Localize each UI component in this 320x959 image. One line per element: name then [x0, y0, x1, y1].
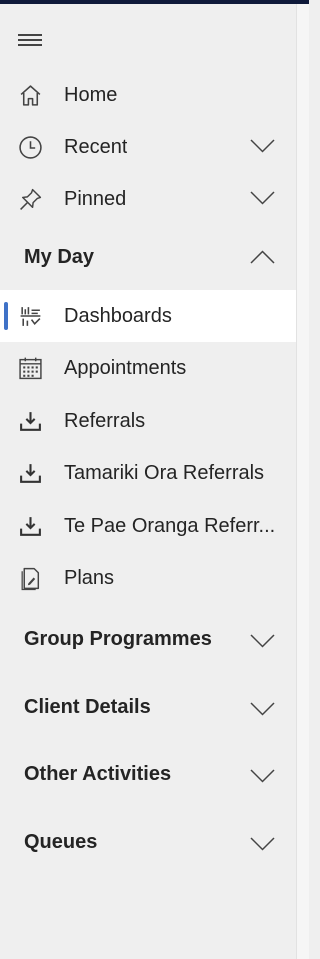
nav-item-referrals[interactable]: Referrals — [0, 395, 296, 447]
nav-item-plans[interactable]: Plans — [0, 552, 296, 604]
nav-item-recent[interactable]: Recent — [0, 121, 296, 173]
nav-section-my-day[interactable]: My Day — [0, 230, 296, 286]
sitemap-nav: Home Recent Pinned My Day Dashboards App… — [0, 4, 296, 959]
dashboard-icon — [20, 307, 41, 326]
nav-item-appointments[interactable]: Appointments — [0, 342, 296, 394]
nav-item-label: Plans — [64, 566, 115, 589]
clock-icon — [19, 136, 42, 159]
download-tray-icon — [20, 517, 41, 536]
nav-section-other-activities[interactable]: Other Activities — [0, 747, 296, 803]
chevron-down-icon[interactable] — [250, 769, 275, 783]
nav-item-pinned[interactable]: Pinned — [0, 173, 296, 225]
document-icon — [21, 567, 40, 591]
home-icon — [20, 85, 41, 106]
nav-item-label: Dashboards — [64, 304, 172, 327]
section-label: Other Activities — [24, 763, 172, 785]
selected-indicator — [4, 302, 8, 330]
section-label: Queues — [24, 831, 98, 853]
chevron-down-icon[interactable] — [250, 837, 275, 851]
nav-item-label: Referrals — [64, 409, 146, 432]
section-label: Client Details — [24, 696, 151, 718]
nav-item-label: Appointments — [64, 356, 187, 379]
chevron-down-icon[interactable] — [250, 139, 275, 153]
download-tray-icon — [20, 412, 41, 431]
nav-item-label: Recent — [64, 135, 128, 158]
download-tray-icon — [20, 464, 41, 483]
nav-section-client-details[interactable]: Client Details — [0, 680, 296, 736]
nav-section-queues[interactable]: Queues — [0, 815, 296, 871]
chevron-down-icon[interactable] — [250, 191, 275, 205]
nav-item-label: Te Pae Oranga Referr... — [64, 514, 276, 537]
section-label: Group Programmes — [24, 628, 212, 650]
chevron-up-icon[interactable] — [250, 250, 275, 264]
section-label: My Day — [24, 246, 95, 268]
chevron-down-icon[interactable] — [250, 702, 275, 716]
nav-item-label: Home — [64, 83, 118, 106]
nav-item-home[interactable]: Home — [0, 69, 296, 121]
nav-item-te-pae-oranga-referrals[interactable]: Te Pae Oranga Referr... — [0, 500, 296, 552]
main-content-edge — [296, 4, 309, 959]
nav-item-label: Tamariki Ora Referrals — [64, 461, 265, 484]
hamburger-menu-icon[interactable] — [18, 31, 42, 49]
nav-section-group-programmes[interactable]: Group Programmes — [0, 612, 296, 668]
chevron-down-icon[interactable] — [250, 634, 275, 648]
calendar-icon — [19, 357, 42, 380]
nav-item-label: Pinned — [64, 187, 127, 210]
nav-item-dashboards[interactable]: Dashboards — [0, 290, 296, 342]
nav-item-tamariki-ora-referrals[interactable]: Tamariki Ora Referrals — [0, 447, 296, 499]
pin-icon — [20, 188, 42, 210]
